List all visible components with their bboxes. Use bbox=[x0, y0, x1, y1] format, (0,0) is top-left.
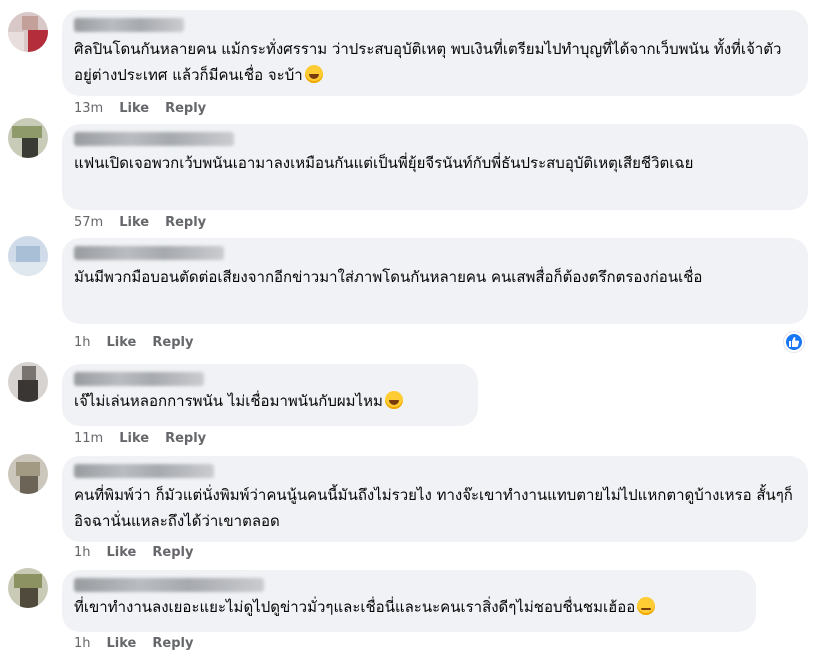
comment-text: ที่เขาทำงานลงเยอะแยะไม่ดูไปดูข่าวมั่วๆแล… bbox=[74, 594, 744, 620]
author-name[interactable] bbox=[74, 246, 224, 260]
comment-timestamp[interactable]: 1h bbox=[74, 335, 91, 350]
like-button[interactable]: Like bbox=[107, 636, 137, 651]
comment-feed: ศิลปินโดนกันหลายคน แม้กระทั่งศรราม ว่าปร… bbox=[0, 0, 820, 660]
author-name[interactable] bbox=[74, 132, 234, 146]
comment-timestamp[interactable]: 1h bbox=[74, 636, 91, 651]
comment-text: แฟนเปิดเจอพวกเว้บพนันเอามาลงเหมือนกันแต่… bbox=[74, 154, 694, 172]
comment-timestamp[interactable]: 11m bbox=[74, 431, 103, 446]
laughing-face-icon bbox=[304, 65, 323, 83]
comment-bubble: มันมีพวกมือบอนตัดต่อเสียงจากอีกข่าวมาใส่… bbox=[62, 238, 808, 324]
comment-text: มันมีพวกมือบอนตัดต่อเสียงจากอีกข่าวมาใส่… bbox=[74, 268, 703, 286]
avatar[interactable] bbox=[8, 236, 48, 276]
comment-text: คนที่พิมพ์ว่า ก็มัวแต่นั่งพิมพ์ว่าคนนู้น… bbox=[74, 486, 793, 530]
avatar[interactable] bbox=[8, 454, 48, 494]
comment-bubble: ศิลปินโดนกันหลายคน แม้กระทั่งศรราม ว่าปร… bbox=[62, 10, 808, 96]
comment-timestamp[interactable]: 57m bbox=[74, 215, 103, 230]
author-name[interactable] bbox=[74, 18, 184, 32]
like-button[interactable]: Like bbox=[107, 545, 137, 560]
like-button[interactable]: Like bbox=[119, 101, 149, 116]
author-name[interactable] bbox=[74, 372, 204, 386]
avatar[interactable] bbox=[8, 362, 48, 402]
comment-bubble: ที่เขาทำงานลงเยอะแยะไม่ดูไปดูข่าวมั่วๆแล… bbox=[62, 570, 756, 632]
thumbs-up-icon bbox=[789, 337, 800, 347]
comment-bubble: แฟนเปิดเจอพวกเว้บพนันเอามาลงเหมือนกันแต่… bbox=[62, 124, 808, 210]
like-reaction-icon[interactable] bbox=[784, 332, 804, 352]
reply-button[interactable]: Reply bbox=[165, 215, 206, 230]
comment-bubble: เจ๊ไม่เล่นหลอกการพนัน ไม่เชื่อมาพนันกับผ… bbox=[62, 364, 478, 426]
reply-button[interactable]: Reply bbox=[152, 335, 193, 350]
comment-text: ศิลปินโดนกันหลายคน แม้กระทั่งศรราม ว่าปร… bbox=[74, 40, 782, 84]
comment-timestamp[interactable]: 1h bbox=[74, 545, 91, 560]
reply-button[interactable]: Reply bbox=[165, 431, 206, 446]
avatar[interactable] bbox=[8, 12, 48, 52]
reply-button[interactable]: Reply bbox=[152, 545, 193, 560]
author-name[interactable] bbox=[74, 578, 264, 592]
comment-bubble: คนที่พิมพ์ว่า ก็มัวแต่นั่งพิมพ์ว่าคนนู้น… bbox=[62, 456, 808, 542]
like-button[interactable]: Like bbox=[107, 335, 137, 350]
reply-button[interactable]: Reply bbox=[152, 636, 193, 651]
reply-button[interactable]: Reply bbox=[165, 101, 206, 116]
like-button[interactable]: Like bbox=[119, 431, 149, 446]
avatar[interactable] bbox=[8, 118, 48, 158]
like-button[interactable]: Like bbox=[119, 215, 149, 230]
eye-roll-face-icon bbox=[637, 597, 656, 615]
avatar[interactable] bbox=[8, 568, 48, 608]
comment-timestamp[interactable]: 13m bbox=[74, 101, 103, 116]
author-name[interactable] bbox=[74, 464, 214, 478]
comment-text: เจ๊ไม่เล่นหลอกการพนัน ไม่เชื่อมาพนันกับผ… bbox=[74, 388, 466, 414]
grinning-face-icon bbox=[384, 391, 403, 409]
